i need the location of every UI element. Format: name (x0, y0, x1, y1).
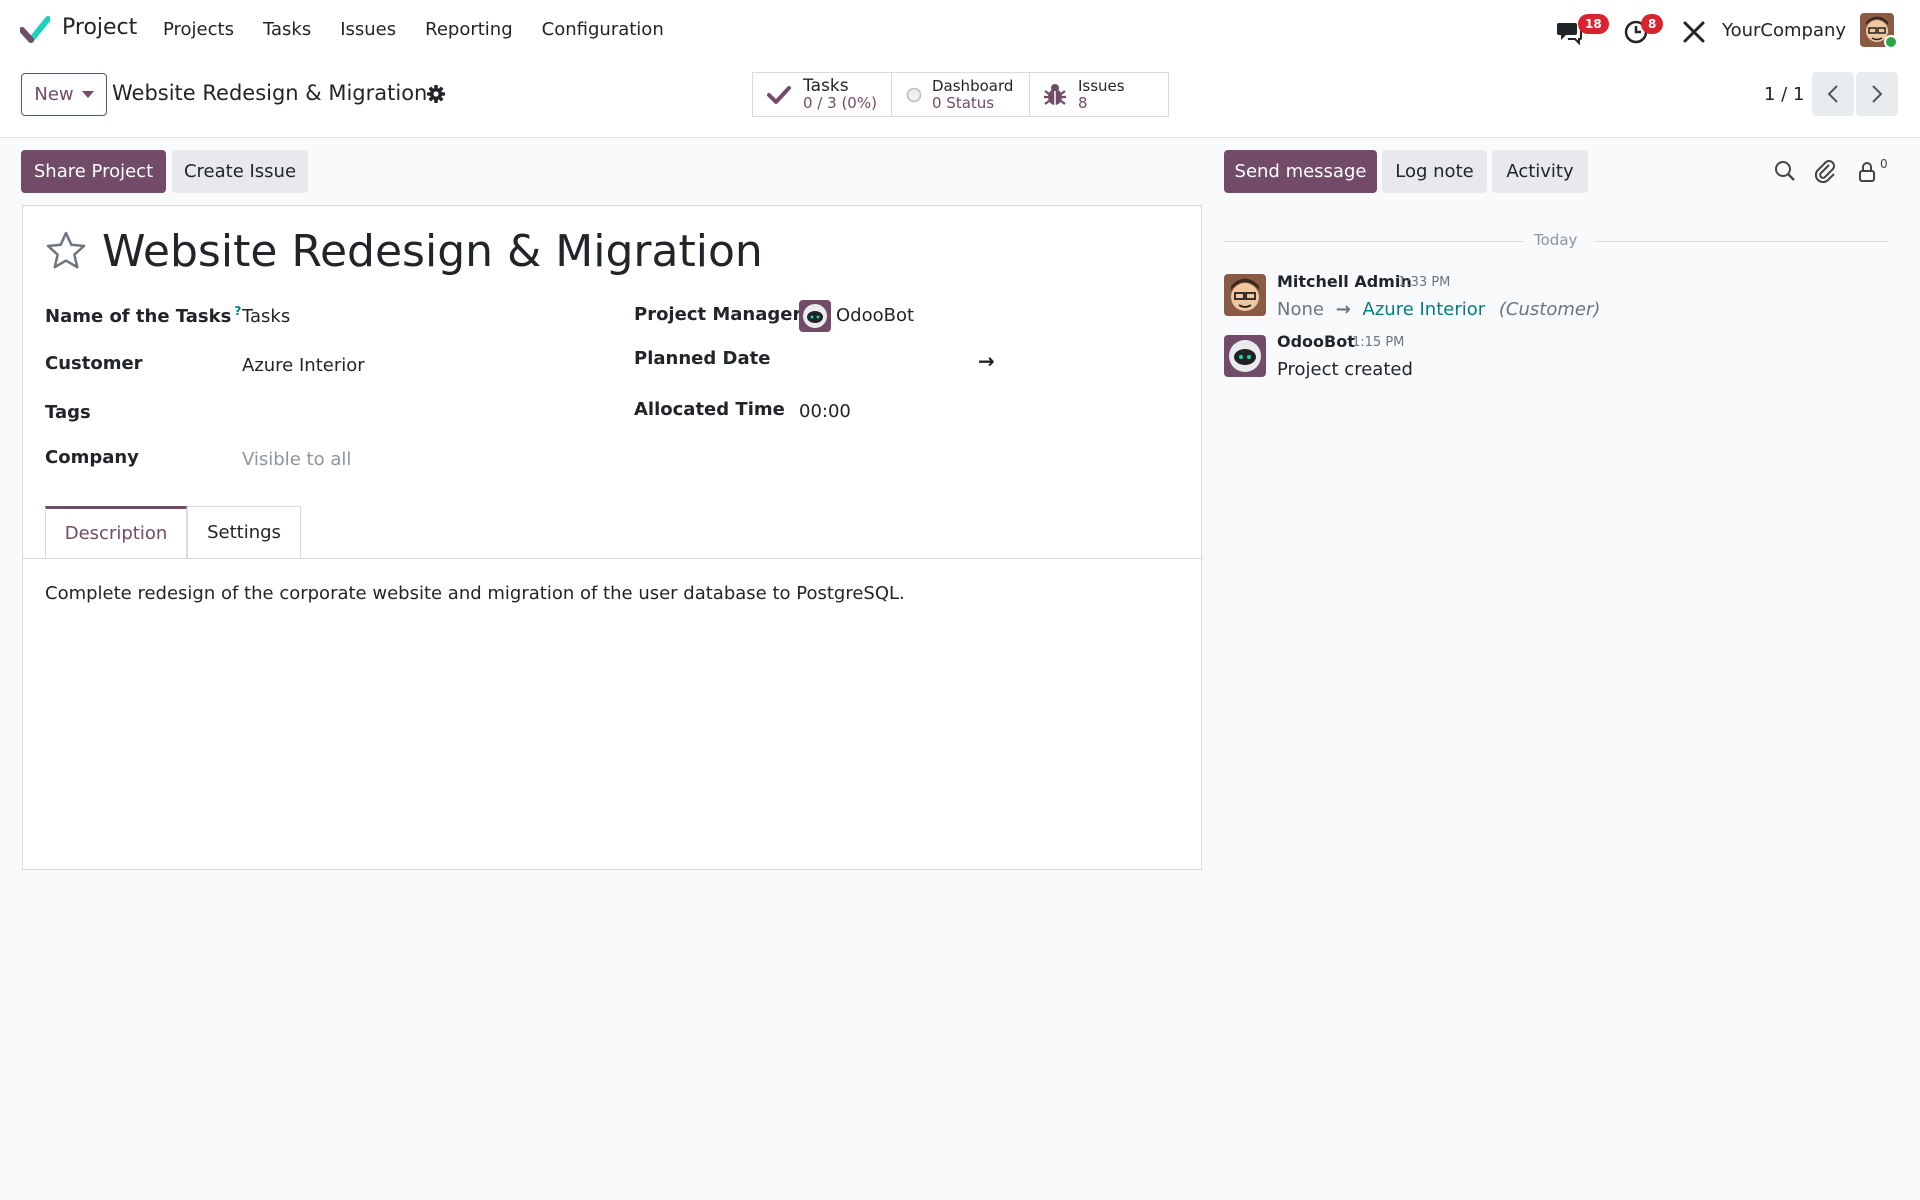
activities-badge: 8 (1641, 14, 1664, 34)
log-note-button[interactable]: Log note (1382, 150, 1487, 193)
message-time: 1:15 PM (1352, 335, 1405, 350)
customer-field[interactable]: Azure Interior (242, 355, 365, 376)
message-time: 1:33 PM (1398, 275, 1451, 290)
menu-issues[interactable]: Issues (340, 19, 396, 40)
customer-label: Customer (45, 353, 143, 374)
followers-lock-icon[interactable] (1857, 161, 1877, 183)
issues-smart-button[interactable]: Issues 8 (1029, 72, 1169, 117)
tracking-field-name: (Customer) (1498, 299, 1601, 320)
date-range-arrow: → (978, 349, 995, 373)
allocated-time-label: Allocated Time (634, 399, 785, 420)
message-author[interactable]: Mitchell Admin (1277, 272, 1412, 291)
checkmark-icon (767, 85, 791, 104)
issues-smart-label: Issues (1078, 76, 1125, 95)
activity-button[interactable]: Activity (1492, 150, 1588, 193)
debug-tools-icon[interactable] (1681, 19, 1707, 45)
tasks-smart-value: 0 / 3 (0%) (803, 93, 877, 112)
tab-description[interactable]: Description (45, 506, 187, 558)
date-separator: Today (1534, 231, 1578, 249)
favorite-star-icon[interactable] (45, 230, 87, 272)
tab-divider (23, 558, 1203, 559)
mitchell-admin-avatar[interactable] (1224, 274, 1266, 316)
menu-projects[interactable]: Projects (163, 19, 234, 40)
odoobot-avatar-icon (799, 300, 831, 332)
date-separator-line-left (1224, 241, 1524, 242)
breadcrumb-title: Website Redesign & Migration (112, 81, 428, 105)
project-manager-label: Project Manager (634, 304, 802, 325)
company-switcher[interactable]: YourCompany (1722, 20, 1846, 41)
issues-smart-value: 8 (1078, 93, 1088, 112)
new-button[interactable]: New (21, 73, 107, 116)
menu-configuration[interactable]: Configuration (542, 19, 664, 40)
messages-badge: 18 (1578, 14, 1609, 34)
share-project-button[interactable]: Share Project (21, 150, 166, 193)
message-body: Project created (1277, 359, 1413, 380)
description-text[interactable]: Complete redesign of the corporate websi… (45, 583, 905, 604)
tasks-smart-button[interactable]: Tasks 0 / 3 (0%) (752, 72, 892, 117)
mitchell-admin-avatar-icon (1224, 274, 1266, 316)
new-button-label: New (34, 84, 74, 105)
planned-date-label: Planned Date (634, 348, 771, 369)
menu-reporting[interactable]: Reporting (425, 19, 513, 40)
odoobot-message-avatar-icon (1224, 335, 1266, 377)
paperclip-icon[interactable] (1814, 159, 1836, 183)
pager-previous-button[interactable] (1812, 72, 1854, 116)
project-app-logo-icon[interactable] (20, 16, 50, 44)
online-status-dot (1884, 35, 1898, 49)
message-author[interactable]: OdooBot (1277, 332, 1355, 351)
name-of-tasks-field[interactable]: Tasks (242, 306, 290, 327)
bug-icon (1044, 83, 1066, 105)
gear-icon[interactable] (426, 84, 446, 104)
caret-down-icon (81, 91, 94, 98)
tracking-old-value: None (1277, 299, 1324, 320)
company-field[interactable]: Visible to all (242, 449, 351, 470)
control-panel: New Website Redesign & Migration Tasks 0… (0, 60, 1920, 138)
tab-settings[interactable]: Settings (187, 506, 301, 558)
pager-value[interactable]: 1 / 1 (1764, 84, 1804, 105)
dashboard-smart-label: Dashboard (932, 76, 1014, 95)
status-circle-icon (906, 87, 922, 102)
app-name[interactable]: Project (62, 15, 137, 40)
dashboard-smart-value: 0 Status (932, 93, 995, 112)
dashboard-smart-button[interactable]: Dashboard 0 Status (891, 72, 1030, 117)
menu-tasks[interactable]: Tasks (263, 19, 311, 40)
project-name-field[interactable]: Website Redesign & Migration (102, 226, 763, 277)
send-message-button[interactable]: Send message (1224, 150, 1377, 193)
project-manager-field[interactable]: OdooBot (836, 305, 914, 326)
top-navbar: Project Projects Tasks Issues Reporting … (0, 0, 1920, 60)
followers-count: 0 (1880, 157, 1888, 171)
name-of-tasks-label: Name of the Tasks? (45, 304, 241, 327)
allocated-time-field[interactable]: 00:00 (799, 401, 851, 422)
planned-date-end-field[interactable] (1013, 348, 1173, 374)
project-form-sheet: Website Redesign & Migration Name of the… (22, 205, 1203, 870)
planned-date-start-field[interactable] (802, 348, 962, 374)
tracking-change: None → Azure Interior (Customer) (1277, 299, 1600, 320)
tasks-smart-label: Tasks (803, 75, 849, 96)
tags-field[interactable] (242, 402, 572, 426)
main-menu: Projects Tasks Issues Reporting Configur… (163, 19, 693, 40)
tracking-new-value[interactable]: Azure Interior (1363, 299, 1486, 320)
chevron-left-icon (1827, 85, 1838, 103)
tags-label: Tags (45, 402, 91, 423)
help-tooltip-icon[interactable]: ? (234, 304, 241, 318)
pager-next-button[interactable] (1856, 72, 1898, 116)
odoobot-message-avatar[interactable] (1224, 335, 1266, 377)
search-icon[interactable] (1774, 160, 1796, 182)
company-label: Company (45, 447, 139, 468)
name-of-tasks-label-text: Name of the Tasks (45, 306, 232, 327)
tracking-arrow: → (1335, 299, 1351, 320)
odoobot-avatar (799, 300, 831, 332)
chevron-right-icon (1872, 85, 1883, 103)
date-separator-line-right (1595, 241, 1887, 242)
create-issue-button[interactable]: Create Issue (172, 150, 308, 193)
